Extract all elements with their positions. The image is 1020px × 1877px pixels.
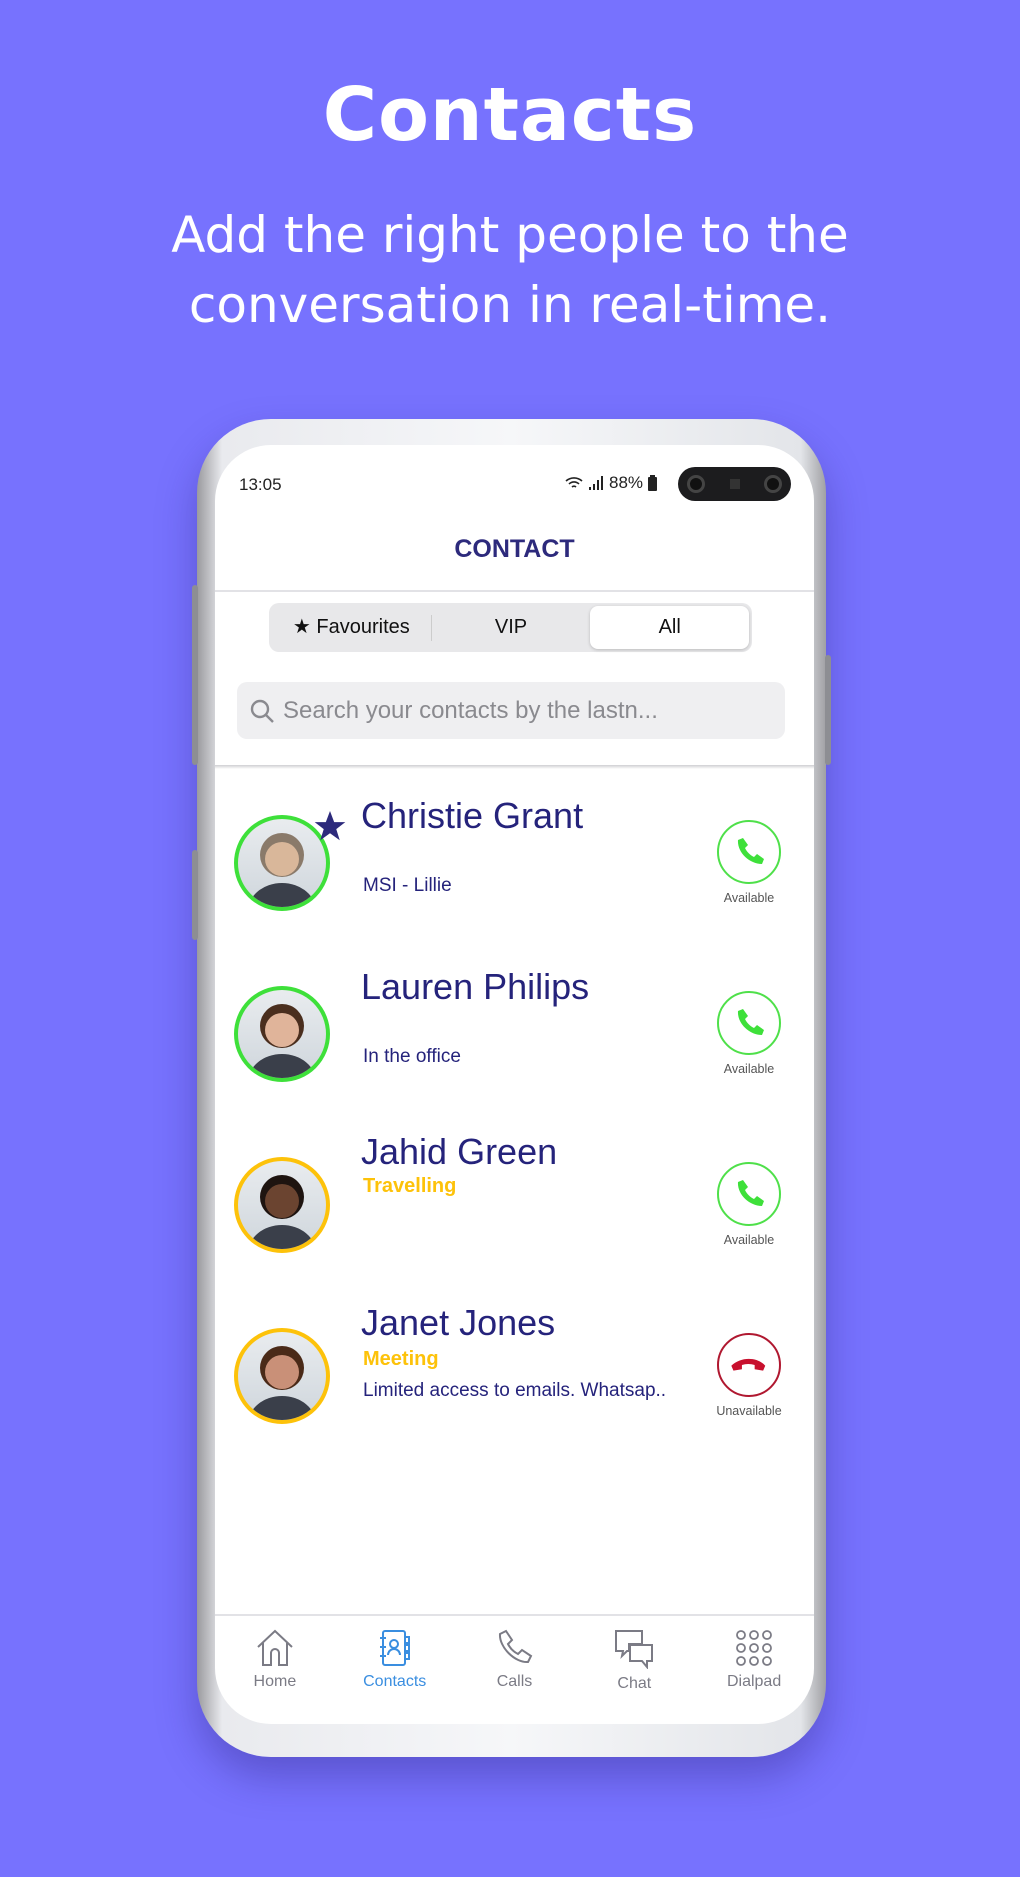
availability-label: Available — [723, 1233, 775, 1247]
wifi-icon — [565, 477, 583, 488]
favourite-star-icon — [314, 811, 346, 841]
app-screen: 13:05 88% CONTACT ★ Favourites VIP All C… — [215, 445, 814, 1724]
nav-dialpad[interactable]: Dialpad — [694, 1617, 814, 1707]
avatar[interactable] — [234, 1157, 330, 1253]
contact-row[interactable]: Lauren Philips In the office Available — [215, 954, 814, 1114]
avatar[interactable] — [234, 1328, 330, 1424]
nav-label: Home — [253, 1673, 297, 1690]
hang-up-icon — [731, 1358, 766, 1371]
hero-subtitle-line: conversation in real-time. — [188, 276, 832, 334]
hero-subtitle-line: Add the right people to the — [171, 206, 849, 264]
power-button — [825, 655, 831, 765]
hero-title: Contacts — [322, 72, 698, 158]
nav-contacts[interactable]: Contacts — [335, 1617, 455, 1707]
tab-vip[interactable]: VIP — [432, 606, 591, 649]
phone-icon — [737, 838, 764, 864]
star-icon: ★ — [292, 616, 317, 638]
dialpad-icon — [736, 1630, 772, 1666]
contact-row[interactable]: Jahid Green Travelling Available — [215, 1125, 814, 1285]
nav-home[interactable]: Home — [215, 1617, 335, 1707]
contact-note: Limited access to emails. Whatsap.. — [363, 1380, 667, 1401]
contact-row[interactable]: Christie Grant MSI - Lillie Available — [215, 783, 814, 943]
contact-name: Christie Grant — [361, 795, 584, 836]
tab-label: Favourites — [316, 616, 410, 638]
contact-status: Meeting — [363, 1348, 439, 1370]
search-input[interactable] — [283, 696, 763, 725]
divider — [215, 1614, 814, 1616]
search-icon — [250, 699, 274, 723]
availability-label: Available — [723, 1062, 775, 1076]
nav-label: Dialpad — [726, 1673, 782, 1690]
call-button[interactable] — [717, 991, 781, 1055]
contact-name: Janet Jones — [361, 1302, 556, 1343]
nav-calls[interactable]: Calls — [455, 1617, 575, 1707]
home-icon — [257, 1629, 293, 1666]
availability-label: Unavailable — [716, 1404, 782, 1418]
bixby-button — [192, 850, 198, 940]
call-button[interactable] — [717, 1333, 781, 1397]
tab-favourites[interactable]: ★ Favourites — [272, 606, 431, 649]
divider — [215, 590, 814, 592]
availability-label: Available — [723, 891, 775, 905]
nav-label: Calls — [496, 1673, 533, 1690]
nav-label: Chat — [617, 1675, 652, 1692]
contact-row[interactable]: Janet Jones Meeting Limited access to em… — [215, 1296, 814, 1456]
contact-note: In the office — [363, 1046, 461, 1067]
status-icons: 88% — [565, 473, 658, 493]
status-time: 13:05 — [239, 475, 282, 494]
call-button[interactable] — [717, 820, 781, 884]
hero-subtitle: Add the right people to the conversation… — [0, 200, 1020, 340]
nav-chat[interactable]: Chat — [574, 1617, 694, 1707]
battery-percent: 88% — [609, 473, 644, 492]
contact-status: Travelling — [363, 1175, 457, 1197]
bottom-nav: Home Contacts Calls Chat Dialpad — [215, 1617, 814, 1707]
phone-icon — [499, 1629, 533, 1664]
chat-icon — [615, 1630, 654, 1669]
avatar[interactable] — [234, 986, 330, 1082]
address-book-icon — [379, 1630, 410, 1666]
battery-icon — [648, 475, 658, 491]
search-bar — [237, 682, 785, 739]
page-title: CONTACT — [454, 535, 575, 563]
divider — [215, 765, 814, 769]
segmented-control: ★ Favourites VIP All — [269, 603, 752, 652]
signal-icon — [589, 476, 603, 490]
nav-label: Contacts — [363, 1673, 427, 1690]
volume-button — [192, 585, 198, 765]
front-camera — [678, 467, 791, 501]
contact-note: MSI - Lillie — [363, 875, 452, 896]
call-button[interactable] — [717, 1162, 781, 1226]
contact-name: Jahid Green — [361, 1131, 558, 1172]
contact-name: Lauren Philips — [361, 966, 590, 1007]
phone-icon — [737, 1009, 764, 1035]
tab-all[interactable]: All — [590, 606, 750, 649]
phone-icon — [737, 1180, 764, 1206]
